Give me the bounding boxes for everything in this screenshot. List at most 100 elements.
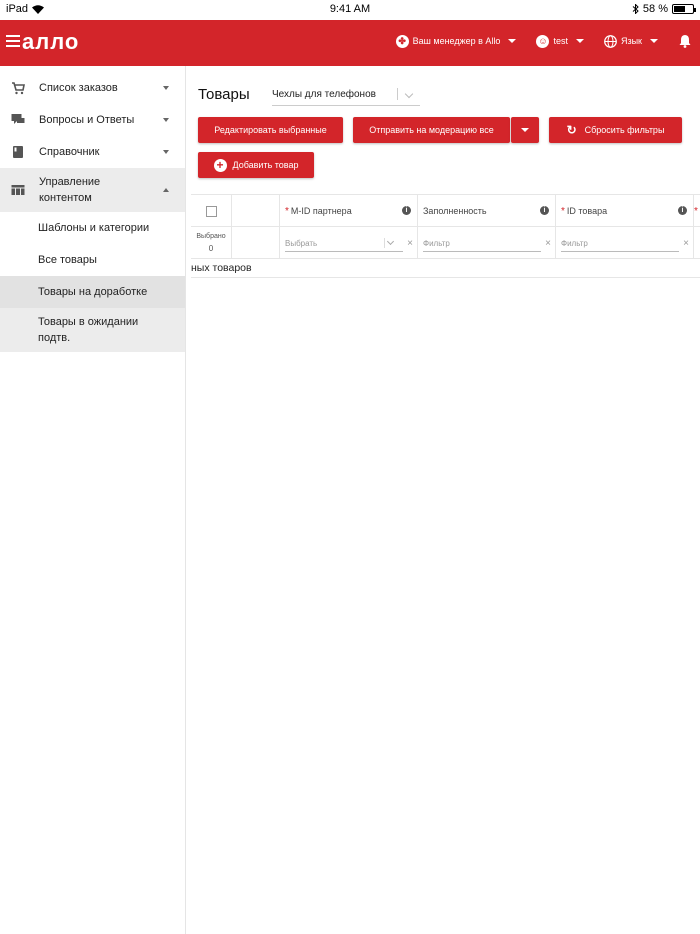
clear-icon[interactable]: × (545, 238, 551, 249)
column-header-overflow: * (694, 205, 698, 217)
product-id-filter-input[interactable]: Фильтр (561, 236, 679, 252)
filter-cell-partner-id: Выбрать × (280, 227, 418, 259)
select-all-checkbox[interactable] (205, 205, 217, 217)
chevron-up-icon (163, 188, 169, 192)
table-icon (11, 185, 25, 195)
column-label: Заполненность (423, 206, 487, 216)
page-title: Товары (198, 86, 250, 103)
selected-label: Выбрано (196, 233, 226, 240)
chevron-down-icon (404, 89, 414, 99)
reset-filters-label: Сбросить фильтры (584, 125, 665, 135)
select-all-cell (191, 195, 232, 227)
sidebar-subitem-label: Товары в ожидании подтв. (38, 316, 139, 344)
user-menu[interactable]: ☺ test (536, 34, 584, 48)
add-product-label: Добавить товар (232, 160, 299, 170)
send-moderation-label: Отправить на модерацию все (369, 125, 494, 135)
chevron-down-icon (575, 39, 584, 43)
category-select[interactable]: Чехлы для телефонов (272, 84, 420, 106)
sidebar: Список заказов Вопросы и Ответы Справочн… (0, 66, 186, 934)
column-header-product-id[interactable]: * ID товара i (556, 195, 694, 227)
user-avatar-icon: ☺ (536, 34, 550, 48)
status-time: 9:41 AM (329, 3, 371, 15)
sidebar-subitem-templates[interactable]: Шаблоны и категории (0, 212, 185, 244)
sidebar-subitem-label: Все товары (38, 254, 97, 266)
filter-placeholder: Фильтр (561, 239, 588, 248)
bluetooth-icon (632, 4, 639, 14)
column-header-partner-id[interactable]: * M-ID партнера i (280, 195, 418, 227)
chevron-down-icon (521, 128, 529, 132)
info-icon[interactable]: i (678, 206, 687, 215)
manager-icon: ✤ (395, 34, 409, 48)
svg-text:алло: алло (22, 29, 78, 54)
globe-icon (604, 34, 617, 48)
category-select-value: Чехлы для телефонов (272, 89, 376, 100)
sidebar-item-label: Справочник (39, 146, 100, 158)
filter-placeholder: Фильтр (423, 239, 450, 248)
add-product-button[interactable]: + Добавить товар (198, 152, 314, 178)
refresh-icon: ↻ (566, 123, 577, 137)
sidebar-subitem-pending-confirmation[interactable]: Товары в ожидании подтв. (0, 308, 185, 352)
filter-cell-completeness: Фильтр × (418, 227, 556, 259)
sidebar-item-orders[interactable]: Список заказов (0, 72, 185, 104)
menu-icon[interactable] (6, 35, 20, 47)
sidebar-group-content: Управление контентом Шаблоны и категории… (0, 168, 185, 352)
main-content: Товары Чехлы для телефонов Редактировать… (187, 66, 700, 934)
chat-icon (11, 114, 25, 124)
table-header-row: * M-ID партнера i Заполненность i * ID тов… (191, 195, 700, 227)
partner-id-select[interactable]: Выбрать (285, 236, 403, 252)
selected-count-cell: Выбрано 0 (191, 227, 232, 259)
chevron-down-icon (508, 39, 517, 43)
reset-filters-button[interactable]: ↻ Сбросить фильтры (549, 117, 682, 143)
clear-icon[interactable]: × (407, 238, 413, 249)
edit-selected-button[interactable]: Редактировать выбранные (198, 117, 343, 143)
sidebar-subitem-label: Товары на доработке (38, 286, 148, 298)
user-label: test (553, 36, 568, 46)
sidebar-subitem-all-products[interactable]: Все товары (0, 244, 185, 276)
column-header-completeness[interactable]: Заполненность i (418, 195, 556, 227)
clear-icon[interactable]: × (683, 238, 689, 249)
status-bar: iPad 9:41 AM 58 % (0, 0, 700, 20)
products-table: * M-ID партнера i Заполненность i * ID тов… (191, 194, 700, 278)
language-label: Язык (620, 36, 642, 46)
chevron-down-icon (650, 39, 658, 43)
language-menu[interactable]: Язык (604, 34, 658, 48)
column-label: M-ID партнера (290, 206, 352, 216)
info-icon[interactable]: i (540, 206, 549, 215)
sidebar-subitem-label: Шаблоны и категории (38, 222, 150, 234)
app-header: алло ✤ Ваш менеджер в Allo ☺ test Язык (0, 20, 700, 66)
empty-filter-cell (232, 227, 280, 259)
allo-logo: алло (22, 29, 78, 54)
completeness-filter-input[interactable]: Фильтр (423, 236, 541, 252)
sidebar-item-label: Вопросы и Ответы (39, 114, 135, 126)
empty-table-message: ных товаров (191, 262, 252, 274)
sidebar-item-qa[interactable]: Вопросы и Ответы (0, 104, 185, 136)
battery-icon (672, 4, 696, 14)
chevron-down-icon (163, 150, 169, 154)
bell-icon[interactable] (678, 34, 692, 48)
filter-cell-product-id: Фильтр × (556, 227, 694, 259)
column-label: ID товара (566, 206, 608, 216)
cart-icon (12, 82, 25, 95)
sidebar-item-content-management[interactable]: Управление контентом (0, 168, 185, 212)
empty-header-cell (232, 195, 280, 227)
sidebar-subitem-products-rework[interactable]: Товары на доработке (0, 276, 185, 308)
sidebar-item-label: Список заказов (39, 82, 118, 94)
book-icon (13, 146, 23, 158)
divider (191, 277, 700, 278)
chevron-down-icon (163, 118, 169, 122)
send-moderation-dropdown[interactable] (511, 117, 539, 143)
sidebar-item-reference[interactable]: Справочник (0, 136, 185, 168)
chevron-down-icon (163, 86, 169, 90)
table-filter-row: Выбрано 0 Выбрать × Фильтр × Фильтр × (191, 227, 700, 259)
selected-count: 0 (208, 244, 214, 253)
send-moderation-button[interactable]: Отправить на модерацию все (353, 117, 510, 143)
plus-icon: + (213, 158, 227, 172)
manager-menu[interactable]: ✤ Ваш менеджер в Allo (395, 34, 517, 48)
edit-selected-label: Редактировать выбранные (214, 125, 327, 135)
brand-logo[interactable]: алло (22, 29, 78, 61)
filter-placeholder: Выбрать (285, 239, 318, 248)
sidebar-item-label: Управление контентом (39, 176, 101, 204)
info-icon[interactable]: i (402, 206, 411, 215)
battery-percent: 58 % (642, 3, 668, 15)
manager-label: Ваш менеджер в Allo (412, 36, 501, 46)
